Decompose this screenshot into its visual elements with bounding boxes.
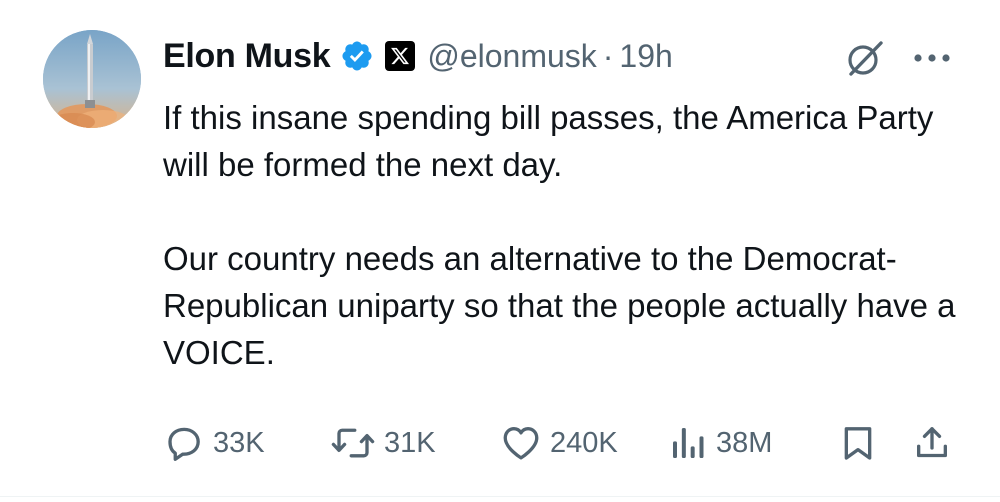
divider bbox=[0, 496, 1000, 497]
repost-icon bbox=[331, 428, 375, 458]
more-icon[interactable] bbox=[910, 44, 954, 72]
views-button[interactable]: 38M bbox=[668, 418, 772, 468]
bookmark-icon bbox=[844, 427, 872, 460]
views-icon bbox=[673, 428, 704, 458]
share-button[interactable] bbox=[912, 418, 952, 468]
author-name[interactable]: Elon Musk bbox=[163, 37, 331, 76]
reply-count: 33K bbox=[213, 426, 265, 459]
x-affiliate-icon[interactable] bbox=[385, 41, 416, 71]
repost-button[interactable]: 31K bbox=[330, 418, 436, 468]
author-handle[interactable]: @elonmusk bbox=[427, 38, 596, 75]
views-count: 38M bbox=[716, 426, 773, 459]
avatar[interactable] bbox=[43, 30, 141, 128]
verified-badge-icon[interactable] bbox=[340, 39, 374, 73]
tweet-timestamp[interactable]: 19h bbox=[619, 38, 672, 75]
share-icon bbox=[917, 427, 947, 458]
repost-count: 31K bbox=[384, 426, 436, 459]
like-icon bbox=[503, 426, 539, 460]
tweet-header: Elon Musk @elonmusk · 19h bbox=[163, 33, 673, 79]
bookmark-button[interactable] bbox=[838, 418, 878, 468]
reply-icon bbox=[168, 427, 200, 461]
rocket-launch-image bbox=[43, 30, 141, 128]
tweet-paragraph: If this insane spending bill passes, the… bbox=[163, 99, 934, 183]
action-bar: 33K 31K 240K 38M bbox=[0, 418, 1000, 468]
tweet[interactable]: Elon Musk @elonmusk · 19h If this insane… bbox=[0, 0, 1000, 502]
like-count: 240K bbox=[550, 426, 618, 459]
like-button[interactable]: 240K bbox=[500, 418, 618, 468]
reply-button[interactable]: 33K bbox=[163, 418, 265, 468]
tweet-paragraph: Our country needs an alternative to the … bbox=[163, 240, 956, 371]
grok-icon[interactable] bbox=[843, 37, 887, 81]
tweet-text: If this insane spending bill passes, the… bbox=[163, 94, 983, 376]
separator-dot: · bbox=[602, 37, 614, 74]
